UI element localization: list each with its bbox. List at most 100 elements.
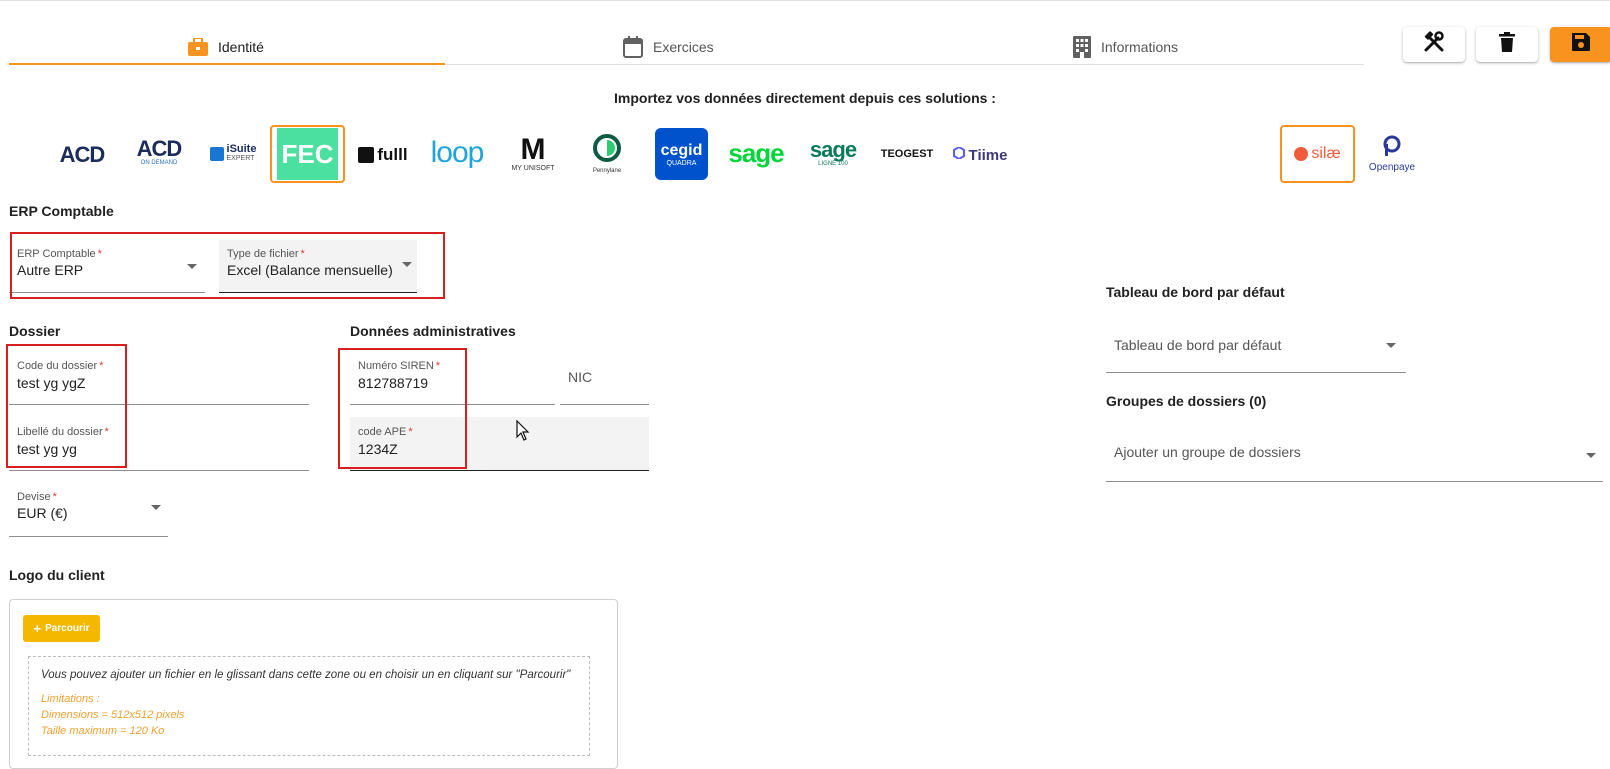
dashboard-select[interactable]: Tableau de bord par défaut (1106, 324, 1406, 373)
logo-pennylane[interactable]: Pennylane (586, 129, 628, 177)
logo-isuite[interactable]: iSuite EXPERT (204, 137, 262, 171)
siren-value: 812788719 (358, 375, 429, 391)
code-dossier-label-text: Code du dossier (17, 360, 98, 372)
section-logo-client: Logo du client (9, 567, 105, 583)
logo-acd[interactable]: ACD (50, 135, 114, 175)
logo-acd-ondemand[interactable]: ACD ON DEMAND (128, 129, 190, 175)
limitations-dimensions: Dimensions = 512x512 pixels (41, 709, 185, 721)
groups-select[interactable]: Ajouter un groupe de dossiers (1106, 430, 1603, 482)
logo-sage[interactable]: sage (726, 135, 786, 171)
tools-button[interactable] (1403, 27, 1465, 62)
section-dossier: Dossier (9, 323, 61, 339)
plus-icon: + (33, 620, 42, 636)
limitations-label: Limitations : (41, 693, 100, 705)
logo-teogest[interactable]: TEOGEST (876, 141, 938, 167)
libelle-dossier-label-text: Libellé du dossier (17, 426, 103, 438)
siren-field[interactable]: Numéro SIREN * 812788719 (350, 351, 555, 405)
tab-identite[interactable]: Identité (188, 29, 264, 65)
tiime-hex-icon (952, 145, 965, 164)
logo-myunisoft[interactable]: M MY UNISOFT (506, 129, 560, 177)
chevron-down-icon (402, 262, 412, 267)
logo-fulll[interactable]: fulll (356, 141, 410, 169)
logo-silae[interactable]: silæ (1280, 125, 1355, 183)
required-marker: * (52, 491, 57, 503)
limitations-max-size: Taille maximum = 120 Ko (41, 725, 165, 737)
section-admin: Données administratives (350, 323, 516, 339)
section-dashboard: Tableau de bord par défaut (1106, 284, 1285, 300)
openpaye-icon (1382, 135, 1402, 162)
tab-label: Exercices (653, 39, 714, 55)
silae-circle-icon (1294, 147, 1309, 161)
siren-label-text: Numéro SIREN (358, 360, 434, 372)
erp-select[interactable]: ERP Comptable * Autre ERP (9, 240, 205, 293)
logo-openpaye[interactable]: Openpaye (1364, 131, 1420, 177)
browse-label: Parcourir (45, 623, 90, 634)
browse-button[interactable]: + Parcourir (23, 615, 100, 642)
tools-icon (1423, 31, 1445, 58)
logo-acd-ondemand-sub: ON DEMAND (140, 160, 178, 166)
logo-silae-text: silæ (1311, 145, 1341, 162)
logo-sage-text: sage (728, 137, 784, 168)
section-erp: ERP Comptable (9, 203, 114, 219)
ape-value: 1234Z (358, 441, 398, 457)
logo-fec[interactable]: FEC (270, 125, 345, 183)
logo-sage100-sub: LIGNE 100 (818, 161, 848, 167)
logo-myunisoft-text: M (520, 132, 546, 166)
fec-tile: FEC (277, 128, 338, 180)
tab-informations[interactable]: Informations (1073, 29, 1178, 65)
drop-instructions: Vous pouvez ajouter un fichier en le gli… (41, 669, 571, 681)
logo-tiime[interactable]: Tiime (950, 141, 1010, 169)
logo-loop[interactable]: loop (428, 135, 486, 171)
nic-placeholder: NIC (568, 369, 593, 385)
devise-label: Devise * (17, 491, 57, 503)
groups-placeholder: Ajouter un groupe de dossiers (1114, 444, 1301, 460)
save-button[interactable] (1550, 27, 1610, 62)
required-marker: * (104, 426, 109, 438)
calendar-icon (623, 36, 643, 58)
mouse-cursor-icon (516, 419, 530, 447)
delete-button[interactable] (1476, 27, 1538, 62)
siren-label: Numéro SIREN * (358, 360, 440, 372)
erp-value: Autre ERP (17, 262, 84, 278)
tab-label: Informations (1101, 39, 1179, 55)
chevron-down-icon (1386, 343, 1396, 348)
ape-label-text: code APE (358, 426, 407, 438)
fulll-square-icon (358, 147, 375, 163)
save-icon (1572, 33, 1590, 56)
logo-myunisoft-sub: MY UNISOFT (511, 164, 555, 172)
file-type-label: Type de fichier * (227, 248, 305, 260)
file-type-label-text: Type de fichier (227, 248, 299, 260)
file-type-select[interactable]: Type de fichier * Excel (Balance mensuell… (219, 240, 417, 293)
libelle-dossier-value: test yg yg (17, 441, 77, 457)
logo-acd-ondemand-text: ACD (136, 136, 183, 161)
libelle-dossier-label: Libellé du dossier * (17, 426, 109, 438)
file-type-value: Excel (Balance mensuelle) (227, 262, 393, 278)
briefcase-icon (188, 38, 208, 56)
trash-icon (1499, 32, 1515, 57)
nic-field[interactable]: NIC (560, 351, 649, 405)
code-dossier-field[interactable]: Code du dossier * test yg ygZ (9, 351, 309, 405)
logo-teogest-text: TEOGEST (880, 148, 934, 160)
logo-tiime-text: Tiime (968, 146, 1008, 164)
logo-isuite-sub: EXPERT (226, 155, 255, 162)
logo-cegid[interactable]: cegid QUADRA (655, 128, 708, 180)
libelle-dossier-field[interactable]: Libellé du dossier * test yg yg (9, 417, 309, 471)
code-dossier-value: test yg ygZ (17, 375, 86, 391)
logo-fulll-text: fulll (377, 145, 408, 164)
logo-cegid-sub: QUADRA (666, 159, 697, 167)
import-title: Importez vos données directement depuis … (614, 90, 996, 106)
isuite-badge-icon (209, 147, 224, 161)
erp-label: ERP Comptable * (17, 248, 102, 260)
required-marker: * (300, 248, 305, 260)
building-icon (1073, 36, 1091, 58)
tab-exercices[interactable]: Exercices (623, 29, 714, 65)
required-marker: * (408, 426, 413, 438)
logo-pennylane-text: Pennylane (592, 167, 622, 174)
devise-select[interactable]: Devise * EUR (€) (9, 483, 168, 537)
logo-openpaye-text: Openpaye (1368, 162, 1416, 173)
devise-value: EUR (€) (17, 505, 68, 521)
required-marker: * (435, 360, 441, 372)
logo-sage-100[interactable]: sage LIGNE 100 (805, 131, 861, 175)
ape-field[interactable]: code APE * 1234Z (350, 417, 649, 471)
logo-acd-text: ACD (59, 142, 106, 167)
